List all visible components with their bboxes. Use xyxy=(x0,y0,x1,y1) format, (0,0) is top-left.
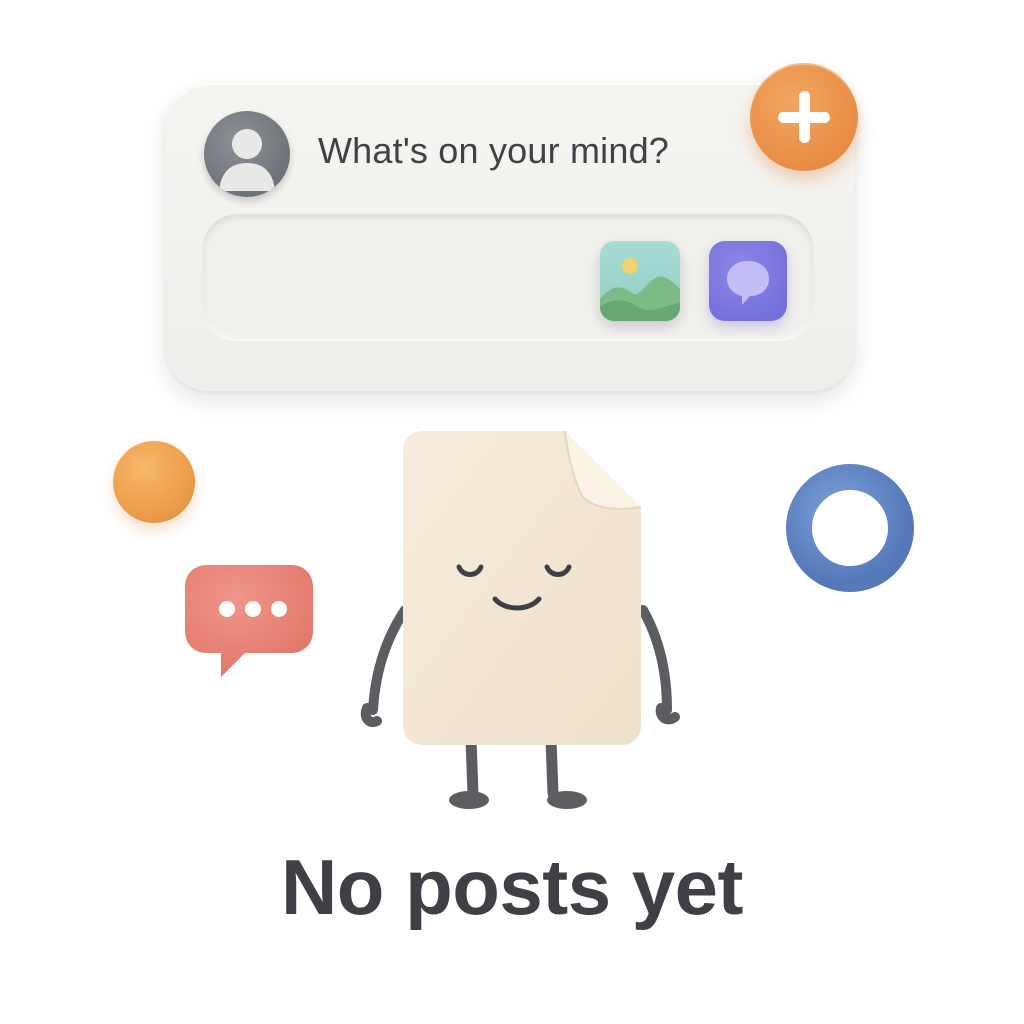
add-photo-button[interactable] xyxy=(600,241,680,321)
composer-prompt[interactable]: What's on your mind? xyxy=(318,130,669,172)
empty-document-mascot-icon xyxy=(355,425,685,820)
decorative-blue-ring xyxy=(785,463,915,593)
plus-icon xyxy=(778,91,830,143)
add-post-button[interactable] xyxy=(750,63,858,171)
decorative-speech-bubble-icon xyxy=(183,563,315,679)
empty-feed-screen: What's on your mind? No posts yet xyxy=(0,0,1024,1024)
user-avatar-icon[interactable] xyxy=(204,111,290,197)
add-chat-button[interactable] xyxy=(709,241,787,321)
empty-state-title: No posts yet xyxy=(280,843,744,931)
decorative-orange-ball xyxy=(113,441,195,523)
image-icon xyxy=(600,241,680,321)
chat-bubble-icon xyxy=(727,261,769,305)
